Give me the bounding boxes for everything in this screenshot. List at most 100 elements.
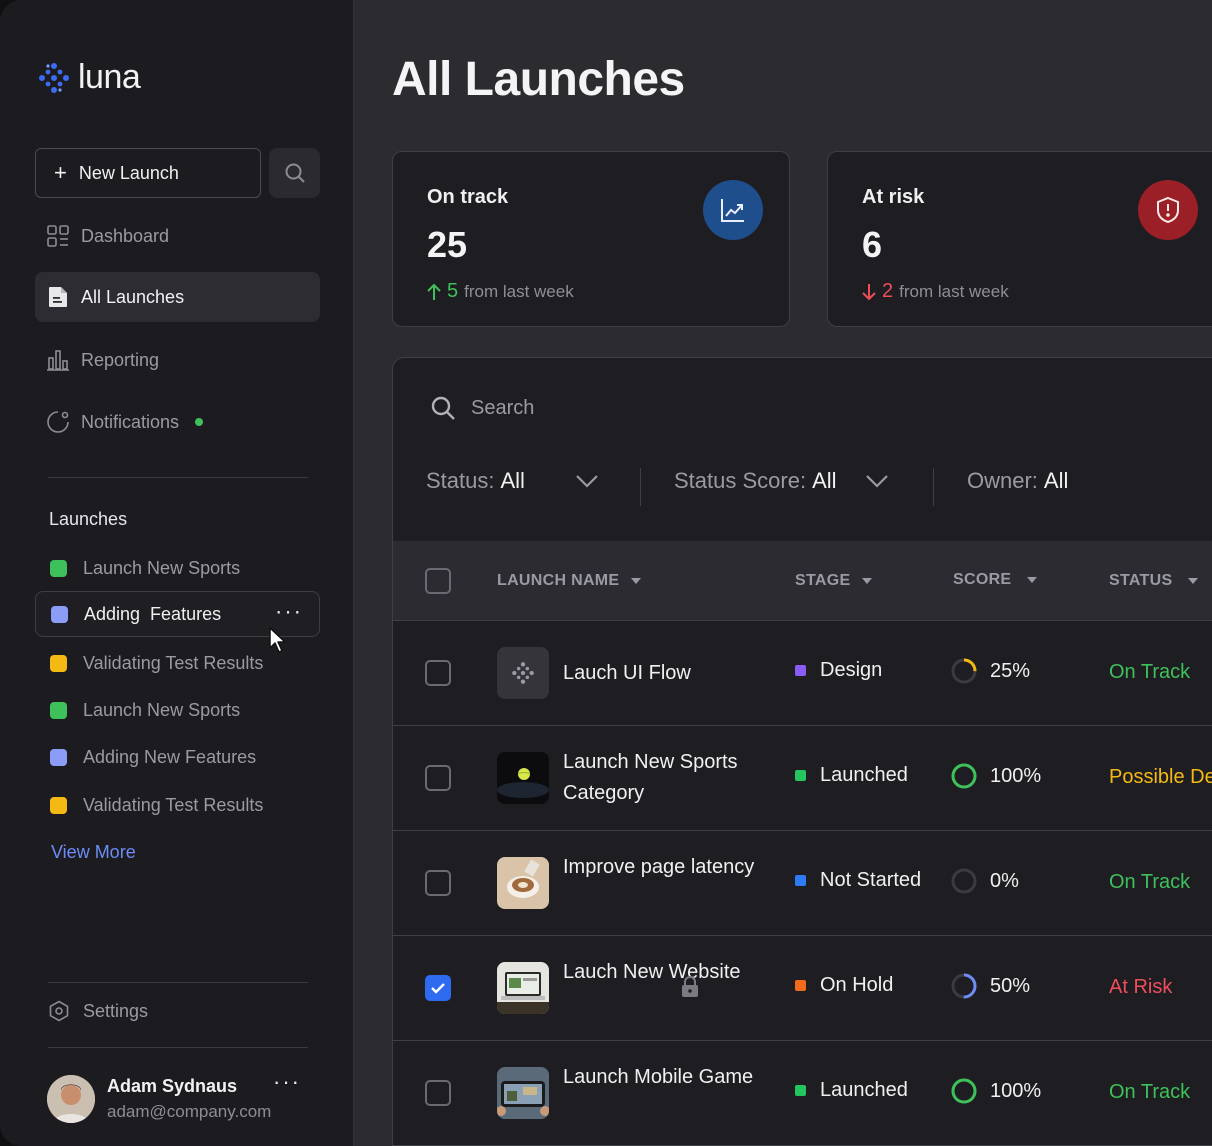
stat-value: 25 bbox=[427, 224, 468, 265]
stage-label: Launched bbox=[820, 1079, 908, 1101]
delta-text: from last week bbox=[899, 281, 1009, 301]
score-cell: 25% bbox=[950, 657, 1030, 685]
table-row[interactable]: Lauch UI Flow Design 25% On Track bbox=[393, 621, 1212, 726]
score-ring-icon bbox=[951, 763, 977, 789]
score-value: 0% bbox=[990, 869, 1019, 892]
sidebar-item-dashboard[interactable]: Dashboard bbox=[35, 211, 320, 261]
more-options-icon[interactable]: ··· bbox=[275, 598, 303, 624]
filter-divider bbox=[640, 468, 641, 506]
stage-dot-icon bbox=[795, 875, 806, 886]
sidebar-launch-item[interactable]: Adding New Features bbox=[35, 734, 320, 780]
launch-name[interactable]: Improve page latency bbox=[563, 852, 763, 883]
mouse-cursor-icon bbox=[269, 627, 286, 653]
stage-cell: Launched bbox=[795, 764, 908, 787]
thumbnail-coffee-cup-icon bbox=[497, 857, 549, 909]
user-email: adam@company.com bbox=[107, 1102, 272, 1121]
launch-name[interactable]: Lauch UI Flow bbox=[563, 658, 763, 689]
stage-label: On Hold bbox=[820, 974, 894, 996]
launch-item-label: Adding New Features bbox=[83, 746, 257, 767]
stage-cell: Design bbox=[795, 659, 882, 682]
trend-badge bbox=[703, 180, 763, 240]
column-header-score[interactable]: SCORE bbox=[953, 571, 1038, 589]
sidebar-divider bbox=[48, 1047, 308, 1048]
stage-label: Design bbox=[820, 659, 883, 681]
stage-cell: Launched bbox=[795, 1079, 908, 1102]
score-ring-icon bbox=[951, 973, 977, 999]
page-title: All Launches bbox=[392, 53, 685, 106]
owner-filter[interactable]: Owner: All bbox=[967, 468, 1068, 494]
row-checkbox[interactable] bbox=[425, 765, 451, 791]
score-value: 100% bbox=[990, 1079, 1042, 1102]
color-square-icon bbox=[50, 748, 67, 766]
column-header-launch-name[interactable]: LAUNCH NAME bbox=[497, 572, 642, 590]
color-square-icon bbox=[51, 605, 68, 623]
row-checkbox-checked[interactable] bbox=[425, 975, 451, 1001]
user-more-icon[interactable]: ··· bbox=[273, 1069, 301, 1095]
launch-item-label: Validating Test Results bbox=[83, 652, 264, 673]
sidebar-divider bbox=[48, 982, 308, 983]
thumbnail-phone-game-icon bbox=[497, 1067, 549, 1119]
stat-label: On track bbox=[427, 186, 509, 208]
sort-caret-icon bbox=[1188, 578, 1199, 584]
settings-label: Settings bbox=[83, 1000, 149, 1021]
stat-value: 6 bbox=[862, 224, 883, 265]
notification-dot bbox=[195, 418, 204, 426]
sidebar-divider bbox=[48, 477, 308, 478]
table-search[interactable]: Search bbox=[429, 394, 534, 422]
status-filter[interactable]: Status: All bbox=[426, 468, 599, 494]
logo[interactable]: luna bbox=[36, 58, 141, 97]
filter-divider bbox=[933, 468, 934, 506]
table-row[interactable]: Improve page latency Not Started 0% On T… bbox=[393, 831, 1212, 936]
sort-caret-icon bbox=[862, 578, 873, 584]
table-row[interactable]: Launch Mobile Game Launched 100% On Trac… bbox=[393, 1041, 1212, 1146]
select-all-checkbox[interactable] bbox=[425, 568, 451, 594]
luna-logo-icon bbox=[39, 62, 69, 93]
filter-label: Status: bbox=[426, 468, 495, 493]
color-square-icon bbox=[50, 796, 67, 814]
status-score-filter[interactable]: Status Score: All bbox=[674, 468, 889, 494]
chevron-down-icon bbox=[865, 475, 888, 488]
column-header-stage[interactable]: STAGE bbox=[795, 572, 873, 590]
lock-icon bbox=[682, 976, 698, 997]
launch-name[interactable]: Launch Mobile Game bbox=[563, 1062, 763, 1093]
launch-name[interactable]: Launch New Sports Category bbox=[563, 747, 763, 809]
filter-value: All bbox=[812, 468, 837, 493]
sidebar-launch-item[interactable]: Launch New Sports bbox=[35, 545, 320, 591]
score-value: 25% bbox=[990, 659, 1031, 682]
delta-text: from last week bbox=[464, 281, 574, 301]
row-checkbox[interactable] bbox=[425, 1080, 451, 1106]
score-cell: 50% bbox=[950, 972, 1030, 1000]
launch-item-label: Validating Test Results bbox=[83, 794, 264, 815]
stage-label: Not Started bbox=[820, 869, 922, 891]
checkmark-icon bbox=[431, 983, 445, 994]
search-placeholder: Search bbox=[471, 396, 535, 419]
app-name: luna bbox=[78, 58, 141, 96]
sidebar-item-settings[interactable]: Settings bbox=[48, 1000, 148, 1022]
column-label: STAGE bbox=[795, 572, 851, 589]
status-label: At Risk bbox=[1109, 976, 1173, 998]
status-label: On Track bbox=[1109, 1081, 1191, 1103]
column-header-status[interactable]: STATUS bbox=[1109, 572, 1199, 590]
score-value: 50% bbox=[990, 974, 1031, 997]
user-profile[interactable]: Adam Sydnaus adam@company.com ··· bbox=[47, 1069, 312, 1125]
sidebar-search-button[interactable] bbox=[269, 148, 320, 198]
bell-icon bbox=[47, 411, 69, 433]
view-more-link[interactable]: View More bbox=[51, 842, 136, 863]
row-checkbox[interactable] bbox=[425, 870, 451, 896]
shield-alert-icon bbox=[1157, 196, 1179, 224]
sidebar-item-label: Reporting bbox=[81, 349, 160, 370]
row-checkbox[interactable] bbox=[425, 660, 451, 686]
new-launch-button[interactable]: + New Launch bbox=[35, 148, 261, 198]
sidebar-launch-item[interactable]: Validating Test Results bbox=[35, 782, 320, 828]
sidebar-item-reporting[interactable]: Reporting bbox=[35, 335, 320, 385]
stage-dot-icon bbox=[795, 1085, 806, 1096]
launch-item-label: Adding Features bbox=[84, 603, 222, 624]
sidebar-launch-item[interactable]: Launch New Sports bbox=[35, 687, 320, 733]
table-row[interactable]: Launch New Sports Category Launched 100%… bbox=[393, 726, 1212, 831]
stat-delta: 2 from last week bbox=[862, 280, 1009, 303]
sidebar-item-all-launches[interactable]: All Launches bbox=[35, 272, 320, 322]
launch-name[interactable]: Lauch New Website bbox=[563, 957, 763, 988]
user-name: Adam Sydnaus bbox=[107, 1076, 238, 1096]
table-row[interactable]: Lauch New Website On Hold 50% At Risk bbox=[393, 936, 1212, 1041]
sidebar-item-notifications[interactable]: Notifications bbox=[35, 397, 320, 447]
